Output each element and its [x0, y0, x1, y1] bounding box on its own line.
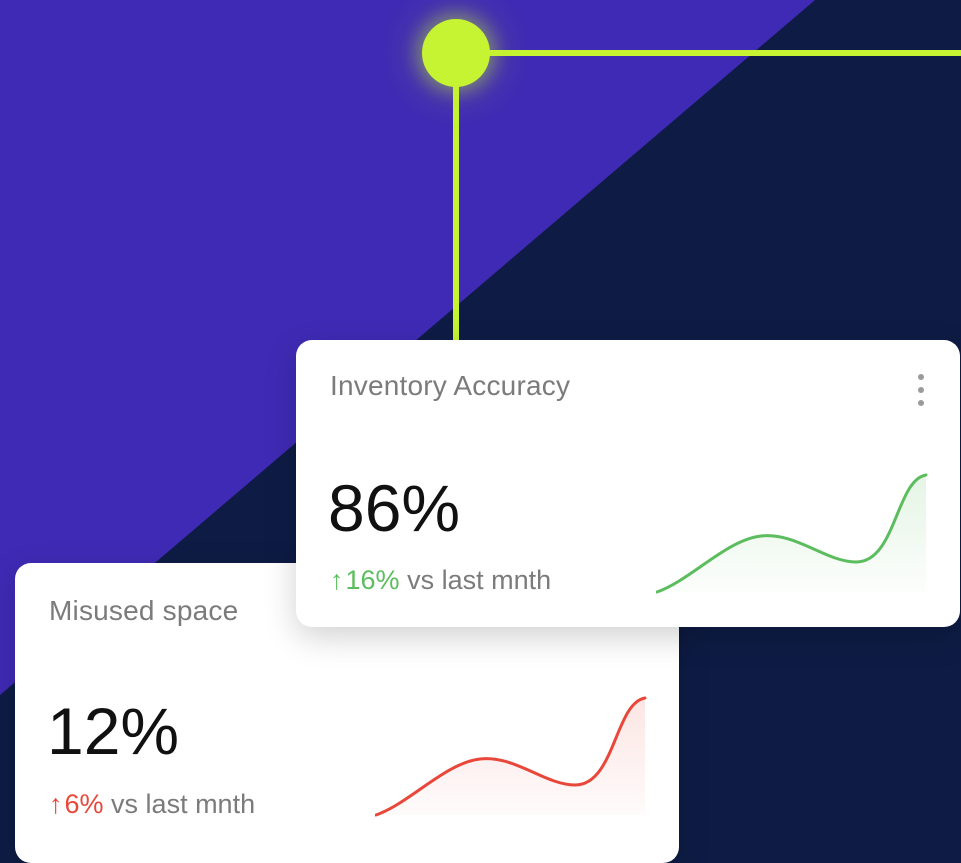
card-value: 86% [328, 471, 461, 545]
sparkline-chart [656, 473, 928, 594]
connector-line-horizontal [456, 50, 961, 56]
arrow-up-icon: ↑ [330, 565, 344, 595]
card-title: Misused space [49, 595, 239, 626]
connector-line-vertical [453, 53, 459, 353]
trend-value: 16% [345, 565, 400, 595]
trend-indicator: ↑6% vs last mnth [49, 789, 255, 820]
card-value: 12% [47, 694, 180, 768]
sparkline-area [376, 698, 645, 815]
inventory-accuracy-card: Inventory Accuracy 86% ↑16% vs last mnth [296, 340, 960, 627]
trend-label: vs last mnth [407, 565, 552, 595]
trend-value: 6% [64, 789, 104, 819]
connector-node-dot [422, 19, 490, 87]
trend-indicator: ↑16% vs last mnth [330, 565, 551, 596]
card-title: Inventory Accuracy [330, 370, 571, 401]
kebab-menu-icon[interactable] [915, 374, 927, 406]
trend-label: vs last mnth [111, 789, 256, 819]
sparkline-chart [375, 696, 647, 817]
arrow-up-icon: ↑ [49, 789, 63, 819]
sparkline-area [657, 475, 926, 592]
